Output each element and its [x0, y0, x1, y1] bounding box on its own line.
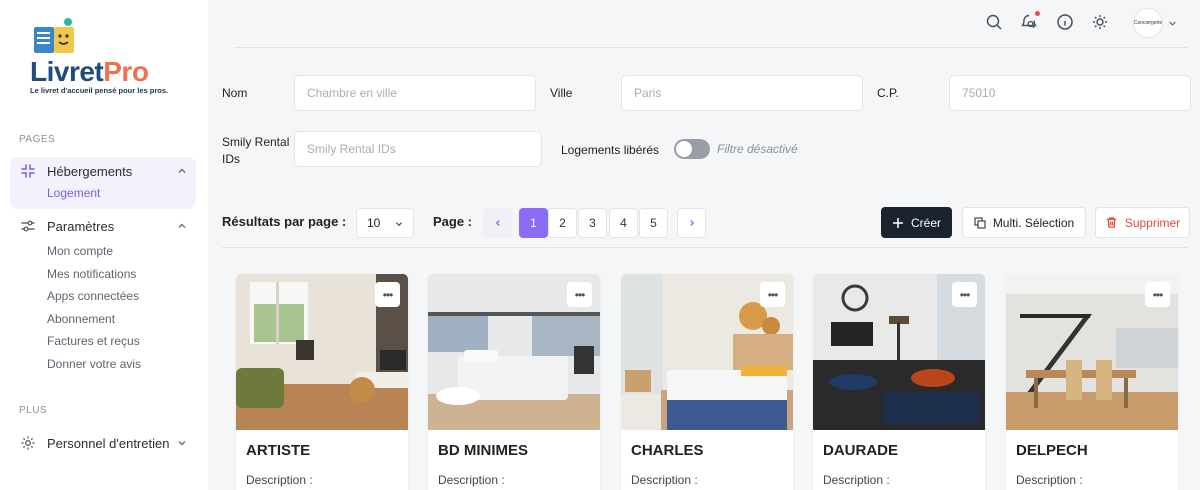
create-button[interactable]: Créer — [881, 207, 952, 238]
divider — [235, 47, 1188, 48]
toggle-state-text: Filtre désactivé — [717, 142, 798, 156]
brand-tagline: Le livret d'accueil pensé pour les pros. — [30, 86, 169, 95]
sidebar-item-logement[interactable]: Logement — [10, 182, 196, 205]
search-icon[interactable] — [985, 13, 1003, 31]
listing-card[interactable]: ••• DELPECH Description : — [1006, 274, 1178, 490]
page-button-5[interactable]: 5 — [639, 208, 668, 238]
listing-title: DELPECH — [1016, 442, 1088, 459]
listing-photo: ••• — [813, 274, 985, 430]
filter-label-ville: Ville — [550, 86, 573, 100]
card-menu-button[interactable]: ••• — [375, 282, 400, 307]
trash-icon — [1106, 217, 1116, 228]
city-input[interactable]: Paris — [621, 75, 863, 111]
shrink-icon — [18, 163, 38, 179]
divider — [222, 247, 1188, 248]
sidebar-item-label: Personnel d'entretien — [47, 435, 170, 451]
zip-input[interactable]: 75010 — [949, 75, 1191, 111]
sidebar: LivretPro Le livret d'accueil pensé pour… — [0, 0, 208, 490]
chevron-up-icon[interactable] — [176, 220, 188, 232]
section-label-plus: PLUS — [19, 405, 48, 416]
sidebar-item-parametres[interactable]: Paramètres — [10, 212, 196, 240]
listing-description: Description : — [438, 473, 505, 487]
sidebar-item-mes-notifications[interactable]: Mes notifications — [10, 263, 196, 286]
per-page-select[interactable]: 10 — [356, 208, 414, 238]
filter-label-logements-liberes: Logements libérés — [561, 143, 660, 157]
listing-photo: ••• — [428, 274, 600, 430]
page-button-2[interactable]: 2 — [548, 208, 577, 238]
sidebar-item-avis[interactable]: Donner votre avis — [10, 353, 196, 376]
gear-icon — [18, 435, 38, 451]
page-label: Page : — [433, 214, 473, 229]
page-button-4[interactable]: 4 — [609, 208, 638, 238]
prev-page-button[interactable] — [483, 208, 512, 238]
multi-select-button[interactable]: Multi. Sélection — [962, 207, 1086, 238]
chevron-left-icon — [495, 220, 500, 226]
chevron-down-icon[interactable] — [176, 437, 188, 449]
listing-description: Description : — [246, 473, 313, 487]
delete-button[interactable]: Supprimer — [1095, 207, 1190, 238]
chevron-down-icon[interactable] — [1167, 18, 1178, 29]
page-button-1[interactable]: 1 — [519, 208, 548, 238]
card-menu-button[interactable]: ••• — [760, 282, 785, 307]
sidebar-item-factures[interactable]: Factures et reçus — [10, 330, 196, 353]
filter-label-cp: C.P. — [877, 86, 899, 100]
info-icon[interactable] — [1056, 13, 1074, 31]
chevron-right-icon — [689, 220, 694, 226]
notification-dot — [1035, 11, 1040, 16]
listing-card[interactable]: ••• BD MINIMES Description : — [428, 274, 600, 490]
nav-group-parametres: Paramètres Mon compte Mes notifications … — [10, 212, 196, 375]
next-page-button[interactable] — [677, 208, 706, 238]
filter-label-nom: Nom — [222, 86, 248, 100]
livretpro-logo[interactable]: LivretPro Le livret d'accueil pensé pour… — [28, 14, 178, 104]
sidebar-item-mon-compte[interactable]: Mon compte — [10, 240, 196, 263]
sidebar-item-hebergements[interactable]: Hébergements — [10, 157, 196, 185]
listing-title: ARTISTE — [246, 442, 311, 459]
listing-card[interactable]: ••• CHARLES Description : — [621, 274, 793, 490]
plus-icon — [892, 217, 903, 228]
sidebar-item-label: Paramètres — [47, 218, 115, 234]
card-menu-button[interactable]: ••• — [567, 282, 592, 307]
filter-label-smily: Smily Rental IDs — [222, 135, 290, 166]
nav-group-personnel: Personnel d'entretien — [10, 429, 196, 457]
freed-toggle[interactable] — [674, 139, 710, 159]
per-page-label: Résultats par page : — [222, 214, 347, 229]
sidebar-item-apps-connectees[interactable]: Apps connectées — [10, 285, 196, 308]
card-menu-button[interactable]: ••• — [1145, 282, 1170, 307]
page-button-3[interactable]: 3 — [578, 208, 607, 238]
copy-icon — [974, 216, 986, 229]
sun-icon[interactable] — [1091, 13, 1109, 31]
sidebar-item-label: Hébergements — [47, 163, 133, 179]
listing-description: Description : — [631, 473, 698, 487]
name-input[interactable]: Chambre en ville — [294, 75, 536, 111]
brand-name: LivretPro — [30, 56, 149, 87]
listing-title: BD MINIMES — [438, 442, 528, 459]
sliders-icon — [18, 218, 38, 234]
avatar[interactable]: Conciergerie — [1133, 8, 1163, 38]
book-logo-icon — [34, 18, 74, 53]
listing-photo: ••• — [236, 274, 408, 430]
listing-description: Description : — [1016, 473, 1083, 487]
nav-group-hebergements: Hébergements Logement — [10, 157, 196, 209]
listing-card[interactable]: ••• DAURADE Description : — [813, 274, 985, 490]
listing-card[interactable]: ••• ARTISTE Description : — [236, 274, 408, 490]
listing-photo: ••• — [1006, 274, 1178, 430]
chevron-down-icon — [396, 222, 402, 227]
listing-photo: ••• — [621, 274, 793, 430]
smily-ids-input[interactable]: Smily Rental IDs — [294, 131, 542, 167]
section-label-pages: PAGES — [19, 134, 56, 145]
card-menu-button[interactable]: ••• — [952, 282, 977, 307]
listing-title: CHARLES — [631, 442, 704, 459]
listing-description: Description : — [823, 473, 890, 487]
chevron-up-icon[interactable] — [176, 165, 188, 177]
sidebar-item-personnel[interactable]: Personnel d'entretien — [10, 429, 196, 457]
listing-title: DAURADE — [823, 442, 898, 459]
sidebar-item-abonnement[interactable]: Abonnement — [10, 308, 196, 331]
